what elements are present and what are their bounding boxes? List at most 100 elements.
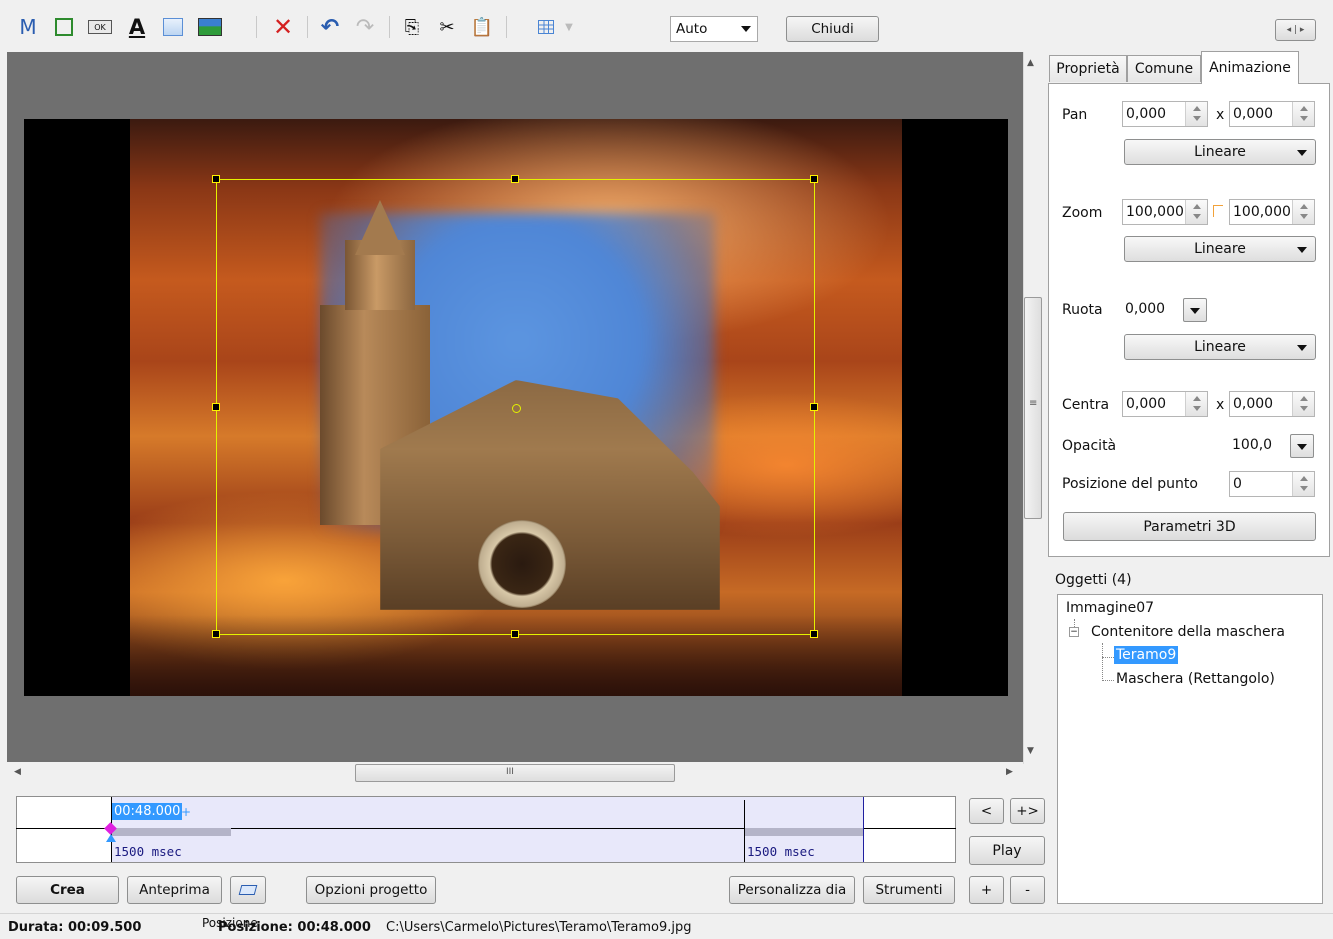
- frame-icon[interactable]: [51, 14, 77, 40]
- grid-icon[interactable]: [533, 14, 559, 40]
- chevron-down-icon: [1297, 150, 1307, 156]
- center-x-value: 0,000: [1126, 396, 1167, 412]
- timeline-time[interactable]: 00:48.000: [112, 803, 183, 820]
- toolbar-separator: [256, 16, 257, 38]
- tools-button[interactable]: Strumenti: [863, 876, 955, 904]
- resize-handle-s[interactable]: [511, 630, 519, 638]
- pan-y-input[interactable]: 0,000: [1229, 101, 1315, 127]
- tree-item-mask-container[interactable]: Contenitore della maschera: [1091, 624, 1285, 640]
- rotate-dropdown-button[interactable]: [1183, 298, 1207, 322]
- play-button[interactable]: Play: [969, 836, 1045, 865]
- button-ok-icon[interactable]: OK: [86, 14, 114, 40]
- timeline-add-icon[interactable]: +: [181, 805, 191, 819]
- rotate-interpolation-select[interactable]: Lineare: [1124, 334, 1316, 360]
- center-y-spinner[interactable]: [1292, 392, 1314, 416]
- scroll-grip-icon: III: [506, 767, 514, 777]
- pan-x-input[interactable]: 0,000: [1122, 101, 1208, 127]
- resize-handle-sw[interactable]: [212, 630, 220, 638]
- tab-common[interactable]: Comune: [1127, 55, 1201, 82]
- opacity-dropdown-button[interactable]: [1290, 434, 1314, 458]
- fullscreen-preview-button[interactable]: [230, 876, 266, 904]
- resize-handle-nw[interactable]: [212, 175, 220, 183]
- prev-slide-button[interactable]: <: [969, 798, 1004, 824]
- tree-item-mask-rectangle[interactable]: Maschera (Rettangolo): [1116, 671, 1275, 687]
- point-position-spinner[interactable]: [1292, 472, 1314, 496]
- tab-animation[interactable]: Animazione: [1201, 51, 1299, 84]
- zoom-x-input[interactable]: 100,000: [1122, 199, 1208, 225]
- horizontal-scroll-thumb[interactable]: III: [355, 764, 675, 782]
- create-button[interactable]: Crea: [16, 876, 119, 904]
- pan-x-value: 0,000: [1126, 106, 1167, 122]
- objects-title: Oggetti (4): [1055, 572, 1132, 588]
- text-icon[interactable]: A: [124, 14, 150, 40]
- chevron-down-icon: [1297, 247, 1307, 253]
- aspect-select[interactable]: Auto: [670, 16, 758, 42]
- zoom-x-value: 100,000: [1126, 204, 1184, 220]
- pan-x-spinner[interactable]: [1185, 102, 1207, 126]
- tree-item-teramo9[interactable]: Teramo9: [1114, 646, 1179, 664]
- mask-letter-icon[interactable]: M: [16, 14, 40, 40]
- undo-icon[interactable]: ↶: [317, 14, 343, 40]
- zoom-y-value: 100,000: [1233, 204, 1291, 220]
- zoom-y-spinner[interactable]: [1292, 200, 1314, 224]
- opacity-value: 100,0: [1232, 437, 1273, 453]
- resize-handle-ne[interactable]: [810, 175, 818, 183]
- zoom-in-button[interactable]: +: [969, 876, 1004, 904]
- cut-icon[interactable]: ✂: [434, 14, 460, 40]
- timeline-slide-end: [863, 797, 864, 862]
- tree-connector: [1102, 657, 1114, 658]
- zoom-x-spinner[interactable]: [1185, 200, 1207, 224]
- scroll-up-icon[interactable]: ▲: [1027, 58, 1034, 68]
- params-3d-button[interactable]: Parametri 3D: [1063, 512, 1316, 541]
- zoom-out-button[interactable]: -: [1010, 876, 1045, 904]
- next-slide-button[interactable]: +>: [1010, 798, 1045, 824]
- collapse-toggle-icon[interactable]: −: [1069, 627, 1079, 637]
- opacity-input[interactable]: 100,0: [1229, 432, 1291, 458]
- tab-properties[interactable]: Proprietà: [1049, 55, 1127, 82]
- close-button[interactable]: Chiudi: [786, 16, 879, 42]
- zoom-interpolation-select[interactable]: Lineare: [1124, 236, 1316, 262]
- link-ratio-icon[interactable]: [1213, 205, 1223, 217]
- scroll-right-icon[interactable]: ▶: [1006, 767, 1013, 777]
- scroll-down-icon[interactable]: ▼: [1027, 746, 1034, 756]
- timeline-marker: [744, 800, 745, 862]
- customize-slide-button[interactable]: Personalizza dia: [729, 876, 855, 904]
- resize-handle-e[interactable]: [810, 403, 818, 411]
- scroll-grip-icon: ≡: [1029, 398, 1038, 409]
- aspect-select-value: Auto: [676, 21, 708, 37]
- rectangle-icon[interactable]: [160, 14, 186, 40]
- center-y-input[interactable]: 0,000: [1229, 391, 1315, 417]
- zoom-y-input[interactable]: 100,000: [1229, 199, 1315, 225]
- opacity-label: Opacità: [1062, 438, 1117, 454]
- pan-y-value: 0,000: [1233, 106, 1274, 122]
- rotation-center-handle[interactable]: [512, 404, 521, 413]
- rotate-value: 0,000: [1125, 301, 1166, 317]
- playhead-icon[interactable]: [106, 834, 116, 842]
- preview-button[interactable]: Anteprima: [127, 876, 222, 904]
- scroll-left-icon[interactable]: ◀: [14, 767, 21, 777]
- resize-handle-se[interactable]: [810, 630, 818, 638]
- tree-connector: [1102, 680, 1114, 681]
- center-x-separator: x: [1216, 397, 1225, 413]
- project-options-button[interactable]: Opzioni progetto: [306, 876, 436, 904]
- zoom-label: Zoom: [1062, 205, 1103, 221]
- transition-out-bar: [744, 828, 863, 836]
- paste-icon: 📋: [470, 16, 494, 38]
- tree-item-image[interactable]: Immagine07: [1066, 600, 1154, 616]
- pan-interpolation-select[interactable]: Lineare: [1124, 139, 1316, 165]
- delete-icon[interactable]: ✕: [269, 13, 297, 41]
- center-x-spinner[interactable]: [1185, 392, 1207, 416]
- image-icon[interactable]: [196, 14, 224, 40]
- rotate-label: Ruota: [1062, 302, 1103, 318]
- pan-y-spinner[interactable]: [1292, 102, 1314, 126]
- panel-nav-buttons[interactable]: ◂ | ▸: [1275, 19, 1316, 41]
- property-tabs: Proprietà Comune Animazione: [1046, 50, 1330, 84]
- copy-icon[interactable]: ⎘: [399, 14, 425, 40]
- point-position-input[interactable]: 0: [1229, 471, 1315, 497]
- center-y-value: 0,000: [1233, 396, 1274, 412]
- center-x-input[interactable]: 0,000: [1122, 391, 1208, 417]
- grid-dropdown-icon[interactable]: ▼: [562, 14, 576, 40]
- vertical-scroll-thumb[interactable]: ≡: [1024, 297, 1042, 519]
- resize-handle-w[interactable]: [212, 403, 220, 411]
- resize-handle-n[interactable]: [511, 175, 519, 183]
